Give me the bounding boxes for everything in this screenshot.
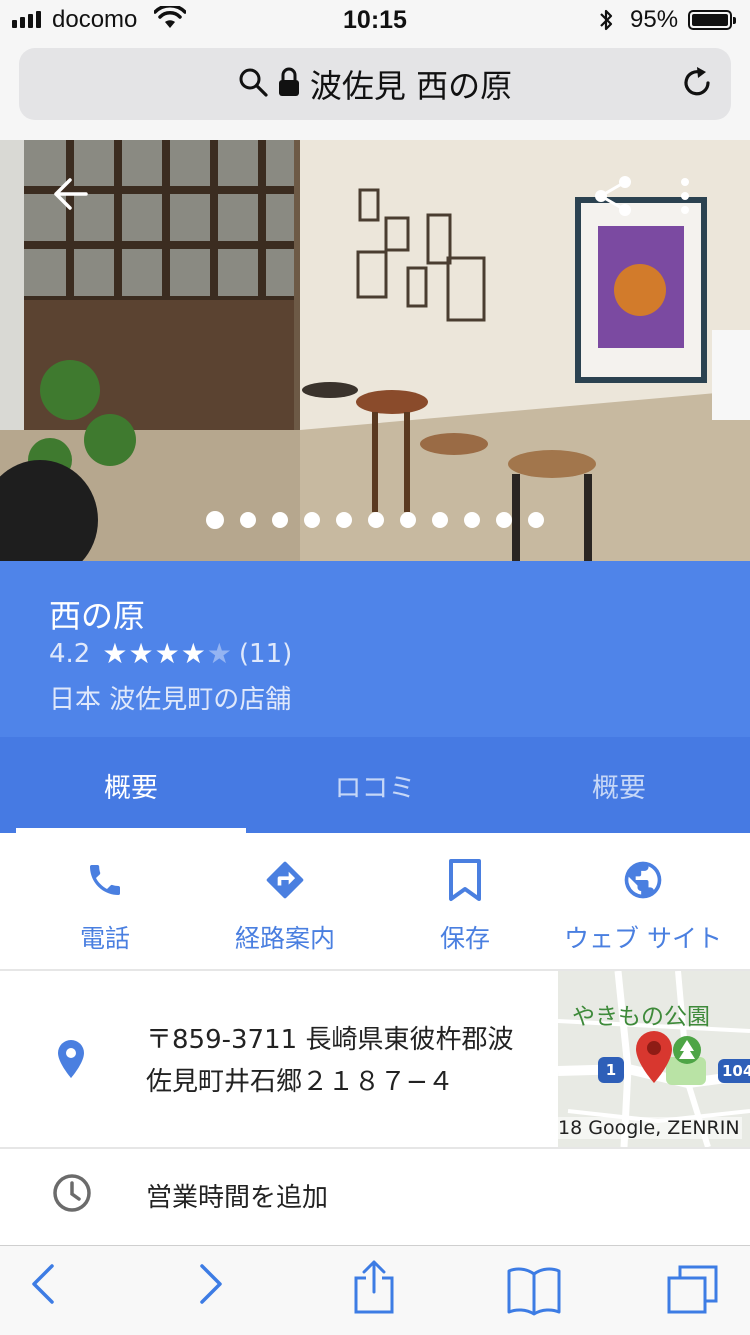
address-text: 〒859-3711 長崎県東彼杵郡波 佐見町井石郷２１８７−４: [146, 1019, 546, 1103]
save-button[interactable]: 保存: [380, 835, 550, 969]
website-button[interactable]: ウェブ サイト: [558, 835, 728, 969]
rating-row[interactable]: 4.2 ★★★★★ (11): [49, 637, 292, 670]
address-row[interactable]: 〒859-3711 長崎県東彼杵郡波 佐見町井石郷２１８７−４ やきもの公園 1…: [0, 971, 750, 1149]
star-filled-icon: ★: [180, 637, 207, 670]
bookmarks-icon[interactable]: [506, 1266, 562, 1320]
forward-icon[interactable]: [198, 1262, 224, 1310]
search-icon: [238, 67, 268, 101]
star-filled-icon: ★: [102, 637, 129, 670]
address-line-1: 〒859-3711 長崎県東彼杵郡波: [146, 1025, 514, 1055]
tab-about[interactable]: 概要: [504, 737, 734, 833]
photo-dot[interactable]: [464, 512, 480, 528]
map-place-label: やきもの公園: [572, 1004, 710, 1030]
photo-dot[interactable]: [240, 512, 256, 528]
rating-value: 4.2: [49, 638, 91, 669]
map-credit: 18 Google, ZENRIN: [558, 1117, 742, 1139]
photo-dot[interactable]: [368, 512, 384, 528]
star-rating: ★★★★★: [102, 637, 233, 670]
location-pin-icon: [56, 1039, 86, 1083]
battery-fill: [692, 14, 728, 26]
photo-dot[interactable]: [336, 512, 352, 528]
map-marker-icon: [634, 1029, 674, 1089]
back-icon[interactable]: [30, 1262, 56, 1310]
battery-icon: [688, 10, 736, 30]
directions-icon: [263, 857, 307, 903]
tab-bar: 概要 ロコミ 概要: [0, 737, 750, 833]
bluetooth-icon: [598, 7, 614, 39]
call-button[interactable]: 電話: [20, 835, 190, 969]
share-icon[interactable]: [352, 1258, 396, 1318]
action-row: 電話 経路案内 保存 ウェブ サイト: [0, 835, 750, 971]
more-vert-icon[interactable]: [670, 176, 700, 220]
route-104-shield: 104: [718, 1059, 750, 1083]
hours-row[interactable]: 営業時間を追加: [0, 1149, 750, 1235]
active-tab-indicator: [16, 828, 246, 833]
map-thumbnail[interactable]: やきもの公園 1 104 18 Google, ZENRIN: [558, 971, 750, 1147]
address-line-2: 佐見町井石郷２１８７−４: [146, 1067, 454, 1097]
status-bar: docomo 10:15 95%: [0, 0, 750, 40]
phone-icon: [85, 857, 125, 903]
route-1-shield: 1: [598, 1057, 624, 1083]
photo-dot[interactable]: [304, 512, 320, 528]
tab-reviews[interactable]: ロコミ: [260, 737, 490, 833]
url-text: 波佐見 西の原: [309, 67, 513, 105]
place-name: 西の原: [49, 597, 146, 635]
clock-icon: [52, 1173, 92, 1217]
star-filled-icon: ★: [154, 637, 181, 670]
review-count: (11): [238, 638, 293, 669]
cafe-interior-photo: [0, 140, 750, 561]
photo-pager[interactable]: [0, 511, 750, 529]
place-photo[interactable]: [0, 140, 750, 561]
photo-dot[interactable]: [528, 512, 544, 528]
reload-icon[interactable]: [679, 64, 715, 104]
battery-percent: 95%: [630, 6, 679, 33]
star-filled-icon: ★: [128, 637, 155, 670]
website-label: ウェブ サイト: [564, 924, 722, 953]
directions-label: 経路案内: [234, 924, 335, 953]
photo-dot[interactable]: [496, 512, 512, 528]
bookmark-icon: [447, 857, 483, 903]
back-arrow-icon[interactable]: [50, 174, 90, 218]
browser-toolbar: [0, 1245, 750, 1335]
call-label: 電話: [79, 924, 130, 953]
tab-overview[interactable]: 概要: [16, 737, 246, 833]
globe-icon: [621, 857, 665, 903]
place-header: 西の原 4.2 ★★★★★ (11) 日本 波佐見町の店舗: [0, 561, 750, 737]
photo-dot[interactable]: [272, 512, 288, 528]
photo-dot[interactable]: [206, 511, 224, 529]
save-label: 保存: [439, 924, 490, 953]
park-icon: [672, 1035, 702, 1075]
add-hours-text: 営業時間を追加: [146, 1183, 329, 1213]
photo-dot[interactable]: [432, 512, 448, 528]
url-field[interactable]: 波佐見 西の原: [19, 48, 731, 120]
star-empty-icon: ★: [206, 637, 233, 670]
lock-icon: [278, 67, 300, 101]
photo-dot[interactable]: [400, 512, 416, 528]
browser-address-area: 波佐見 西の原: [0, 40, 750, 141]
place-category: 日本 波佐見町の店舗: [49, 685, 292, 715]
tabs-icon[interactable]: [666, 1264, 720, 1320]
directions-button[interactable]: 経路案内: [200, 835, 370, 969]
share-icon[interactable]: [592, 174, 636, 222]
